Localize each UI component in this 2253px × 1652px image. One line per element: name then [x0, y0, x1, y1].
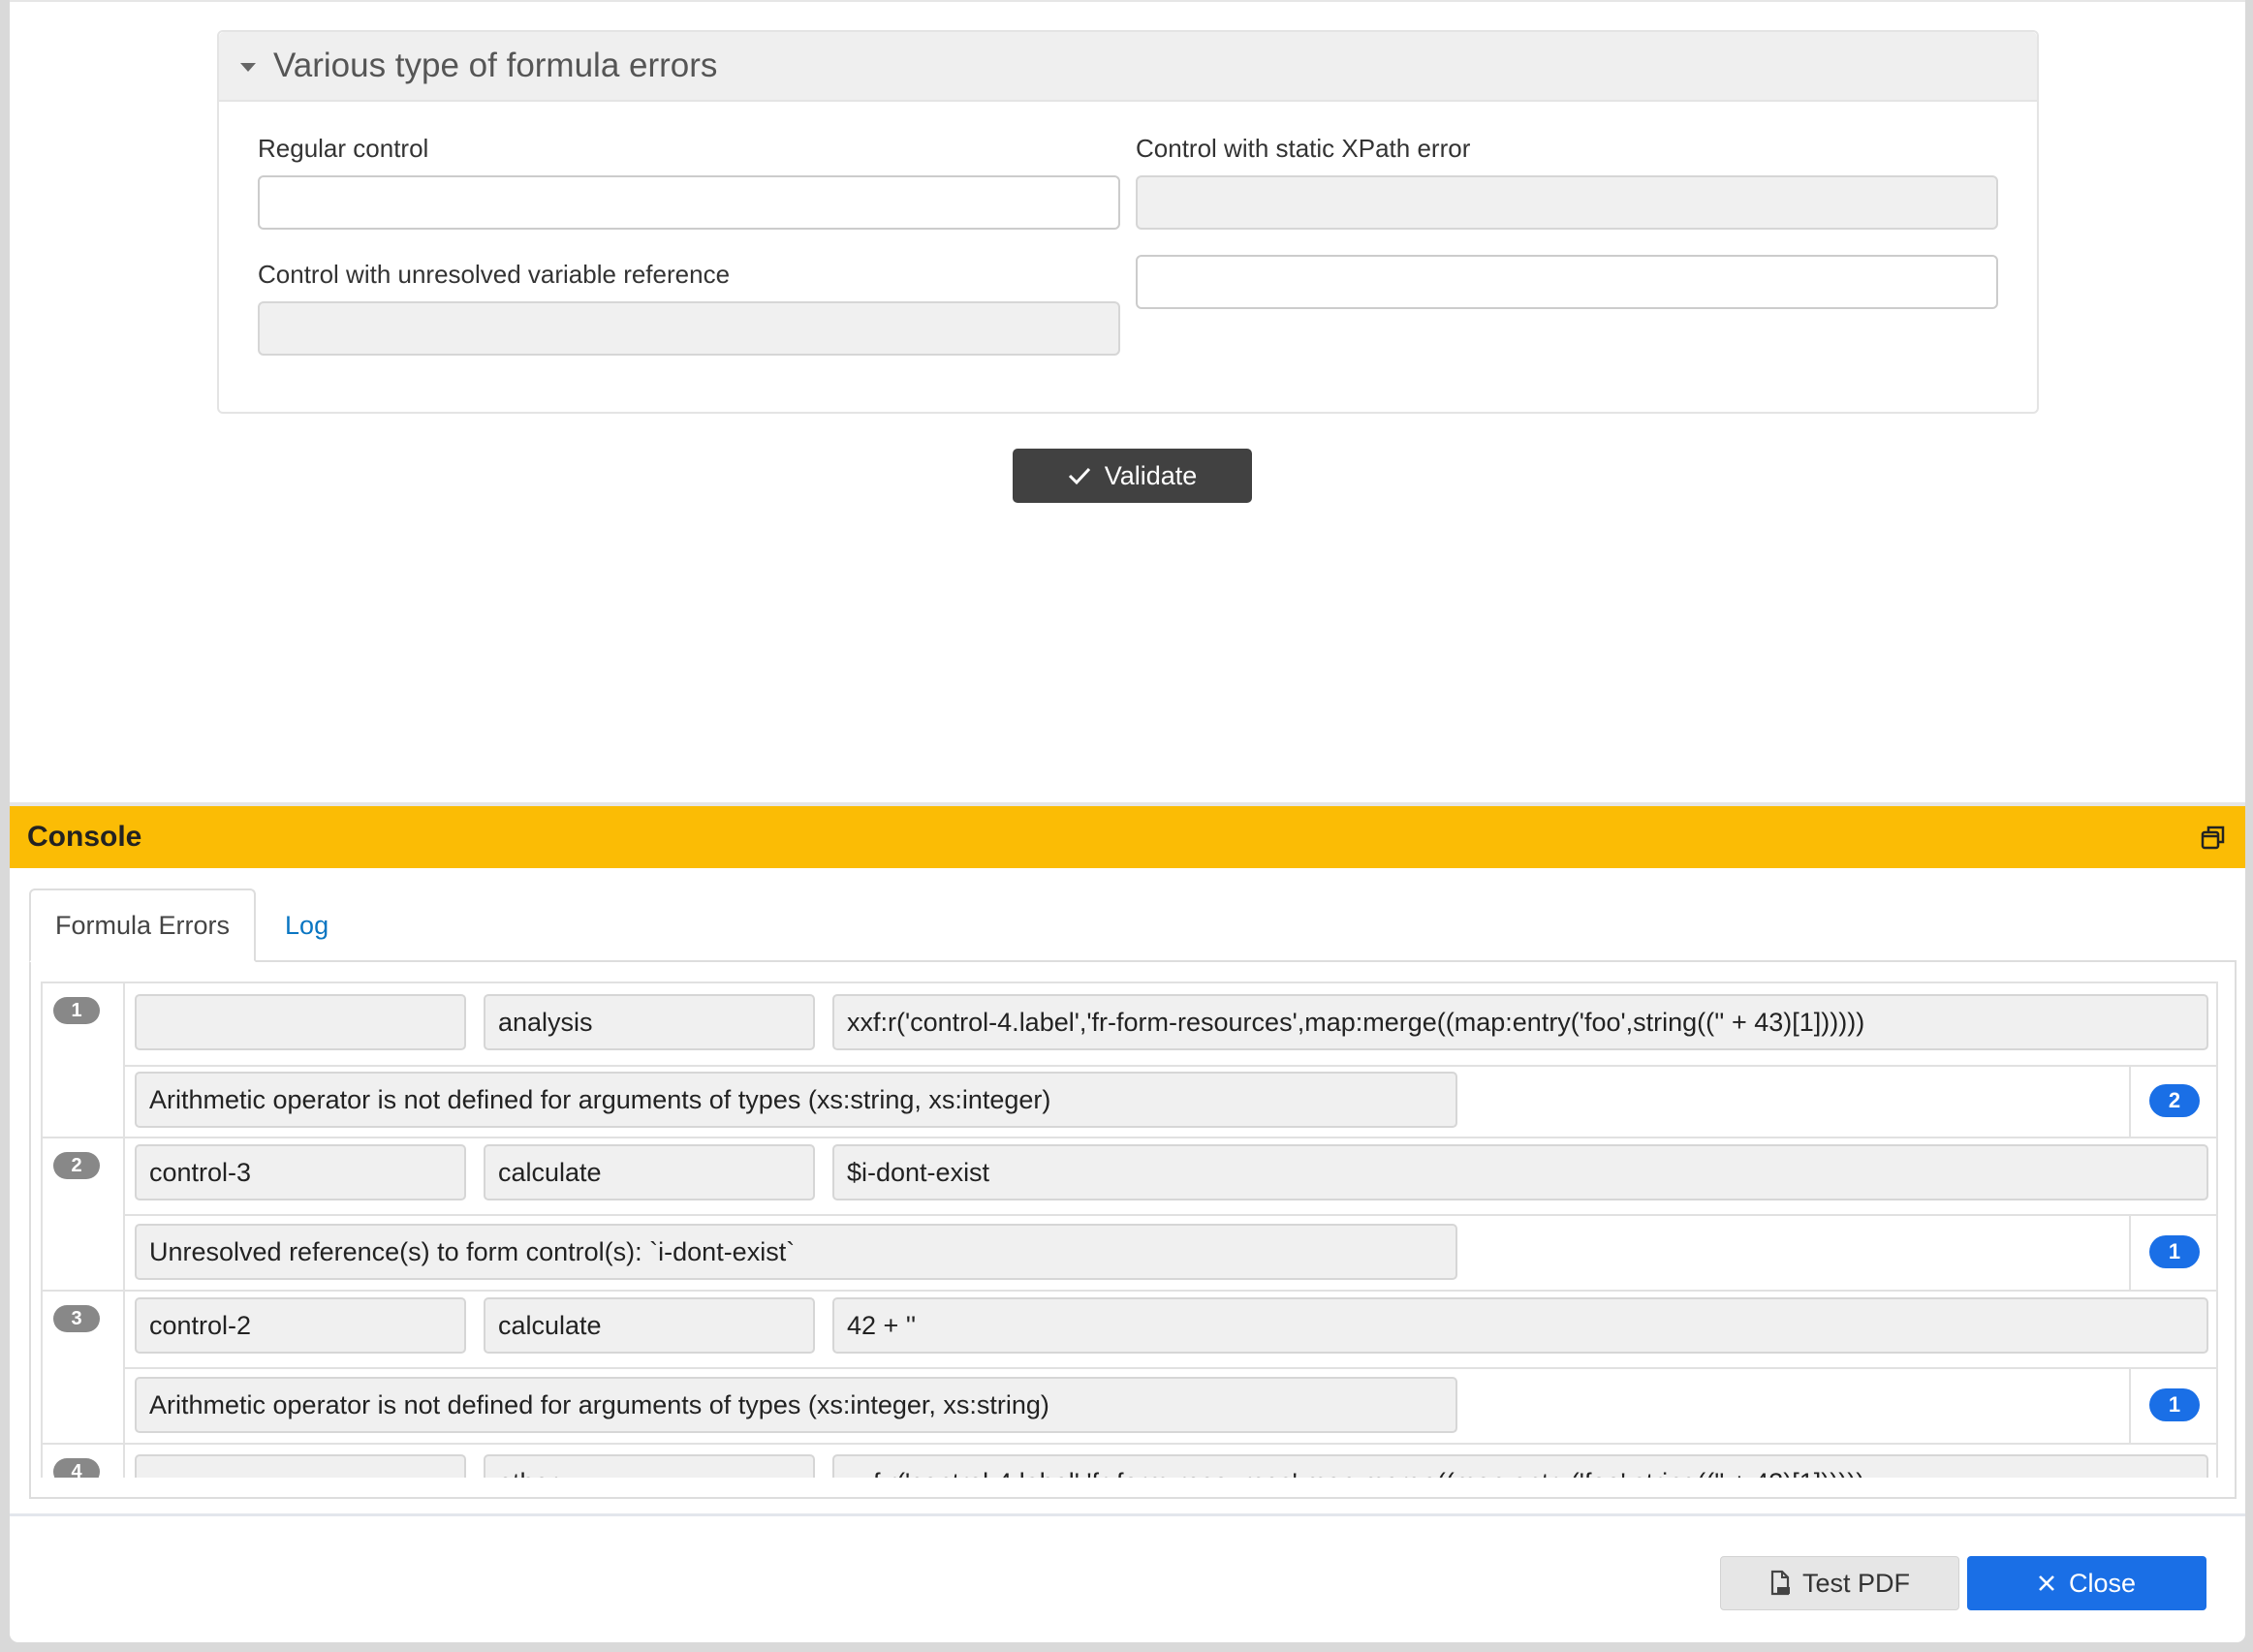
error-count-cell: 1 [2129, 1216, 2216, 1290]
section-title: Various type of formula errors [273, 47, 718, 84]
error-message-row: Arithmetic operator is not defined for a… [125, 1065, 2216, 1137]
app-window: Various type of formula errors Regular c… [10, 0, 2245, 1642]
static-xpath-label: Control with static XPath error [1136, 134, 1471, 163]
regular-control-input[interactable] [258, 175, 1120, 230]
error-group: 1 analysis xxf:r('control-4.label','fr-f… [43, 983, 2216, 1138]
error-detail-row: control-2 calculate 42 + '' [43, 1292, 2216, 1367]
error-kind-cell: analysis [484, 994, 815, 1050]
console-tabs: Formula Errors Log [29, 888, 353, 962]
console-title: Console [27, 821, 142, 853]
error-count-badge: 2 [2149, 1084, 2200, 1117]
error-count-cell: 1 [2129, 1369, 2216, 1443]
error-count-badge: 1 [2149, 1388, 2200, 1421]
error-message-row: Arithmetic operator is not defined for a… [125, 1367, 2216, 1443]
top-divider [10, 0, 2245, 2]
check-icon [1068, 467, 1090, 485]
error-detail-row: control-3 calculate $i-dont-exist [43, 1138, 2216, 1214]
error-message-row: Unresolved reference(s) to form control(… [125, 1214, 2216, 1290]
close-label: Close [2068, 1568, 2137, 1598]
error-kind-cell: other [484, 1454, 815, 1478]
validate-button[interactable]: Validate [1013, 449, 1252, 503]
unresolved-variable-input [258, 301, 1120, 356]
error-kind-cell: calculate [484, 1297, 815, 1354]
unlabeled-control-input[interactable] [1136, 255, 1998, 309]
regular-control-label: Regular control [258, 134, 429, 163]
error-control-cell: control-2 [135, 1297, 466, 1354]
error-control-cell [135, 994, 466, 1050]
error-detail-row: analysis xxf:r('control-4.label','fr-for… [43, 983, 2216, 1065]
error-control-cell [135, 1454, 466, 1478]
error-expression-cell: xxf:r('control-4.label','fr-form-resourc… [832, 994, 2208, 1050]
error-message-cell: Unresolved reference(s) to form control(… [135, 1224, 1457, 1280]
error-group: 2 control-3 calculate $i-dont-exist Unre… [43, 1138, 2216, 1292]
test-pdf-button[interactable]: Test PDF [1720, 1556, 1959, 1610]
formula-errors-list[interactable]: 1 analysis xxf:r('control-4.label','fr-f… [41, 982, 2218, 1478]
validate-label: Validate [1104, 460, 1198, 490]
footer-divider [10, 1513, 2245, 1516]
close-icon [2039, 1575, 2054, 1591]
error-count-cell: 2 [2129, 1067, 2216, 1137]
error-count-badge: 1 [2149, 1235, 2200, 1268]
restore-window-icon[interactable] [2201, 825, 2226, 850]
error-group: 3 control-2 calculate 42 + '' Arithmetic… [43, 1292, 2216, 1445]
tab-log[interactable]: Log [256, 888, 353, 962]
section-header[interactable]: Various type of formula errors [219, 32, 2037, 102]
error-expression-cell: 42 + '' [832, 1297, 2208, 1354]
unresolved-variable-label: Control with unresolved variable referen… [258, 260, 731, 289]
console-header: Console [10, 806, 2245, 868]
pdf-file-icon [1770, 1570, 1790, 1596]
error-expression-cell: xxf:r('control-4.label','fr-form-resourc… [832, 1454, 2208, 1478]
error-expression-cell: $i-dont-exist [832, 1144, 2208, 1200]
static-xpath-input [1136, 175, 1998, 230]
error-message-cell: Arithmetic operator is not defined for a… [135, 1377, 1457, 1433]
test-pdf-label: Test PDF [1801, 1568, 1911, 1598]
caret-down-icon[interactable] [240, 63, 256, 72]
error-detail-row: other xxf:r('control-4.label','fr-form-r… [43, 1445, 2216, 1478]
close-button[interactable]: Close [1967, 1556, 2206, 1610]
error-message-cell: Arithmetic operator is not defined for a… [135, 1072, 1457, 1128]
tab-formula-errors[interactable]: Formula Errors [29, 888, 257, 962]
error-control-cell: control-3 [135, 1144, 466, 1200]
error-group: 4 other xxf:r('control-4.label','fr-form… [43, 1445, 2216, 1478]
error-kind-cell: calculate [484, 1144, 815, 1200]
